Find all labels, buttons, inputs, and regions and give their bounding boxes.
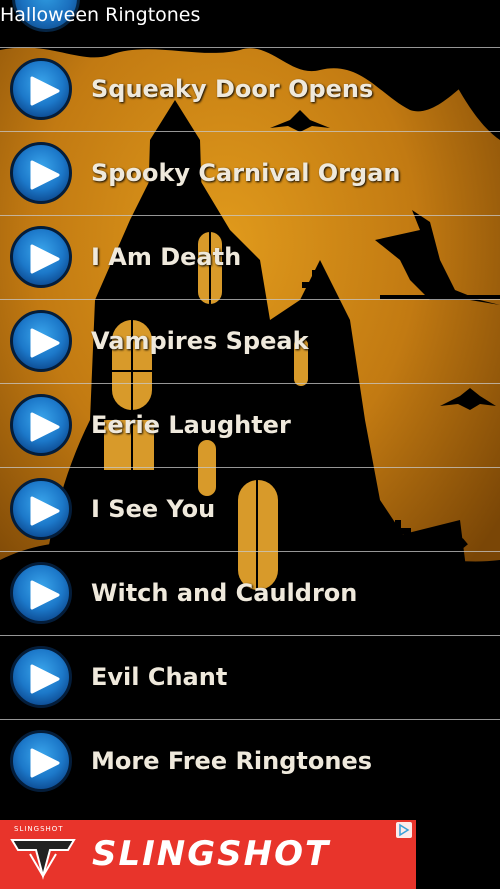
ad-brand-text: SLINGSHOT xyxy=(92,834,331,874)
play-button[interactable] xyxy=(10,310,72,372)
ringtone-label: Witch and Cauldron xyxy=(91,579,358,607)
play-icon xyxy=(30,748,60,778)
play-icon xyxy=(30,244,60,274)
ringtone-label: I Am Death xyxy=(91,243,242,271)
play-icon xyxy=(30,580,60,610)
ringtone-row[interactable]: Spooky Carnival Organ xyxy=(0,131,500,215)
ad-banner[interactable]: SLINGSHOT SLINGSHOT xyxy=(0,820,416,889)
play-button[interactable] xyxy=(10,142,72,204)
ringtone-label: More Free Ringtones xyxy=(91,747,373,775)
play-icon xyxy=(30,76,60,106)
ringtone-row[interactable]: I See You xyxy=(0,467,500,551)
ringtone-row[interactable]: I Am Death xyxy=(0,215,500,299)
ad-brand-small-text: SLINGSHOT xyxy=(14,825,64,833)
play-button[interactable] xyxy=(10,394,72,456)
ringtone-label: Vampires Speak xyxy=(91,327,309,355)
ringtone-row[interactable]: Eerie Laughter xyxy=(0,383,500,467)
play-button[interactable] xyxy=(10,478,72,540)
ringtone-row[interactable]: Vampires Speak xyxy=(0,299,500,383)
ringtone-label: Squeaky Door Opens xyxy=(91,75,374,103)
ringtone-label: Eerie Laughter xyxy=(91,411,291,439)
ringtone-row[interactable]: More Free Ringtones xyxy=(0,719,500,803)
play-icon xyxy=(30,412,60,442)
play-icon xyxy=(30,328,60,358)
ringtone-list: Squeaky Door Opens Spooky Carnival Organ… xyxy=(0,47,500,803)
ringtone-label: I See You xyxy=(91,495,216,523)
play-button[interactable] xyxy=(10,646,72,708)
ringtone-row[interactable]: Evil Chant xyxy=(0,635,500,719)
slingshot-logo-icon xyxy=(10,839,76,880)
play-button[interactable] xyxy=(10,226,72,288)
play-icon xyxy=(30,496,60,526)
play-button[interactable] xyxy=(10,58,72,120)
ringtone-row[interactable]: Witch and Cauldron xyxy=(0,551,500,635)
play-button[interactable] xyxy=(10,562,72,624)
ad-choices-icon[interactable] xyxy=(396,822,412,838)
app-title: Halloween Ringtones xyxy=(0,4,201,26)
play-icon xyxy=(30,160,60,190)
play-icon xyxy=(30,664,60,694)
ringtone-label: Evil Chant xyxy=(91,663,228,691)
ringtone-row[interactable]: Squeaky Door Opens xyxy=(0,47,500,131)
ringtone-label: Spooky Carnival Organ xyxy=(91,159,401,187)
play-button[interactable] xyxy=(10,730,72,792)
